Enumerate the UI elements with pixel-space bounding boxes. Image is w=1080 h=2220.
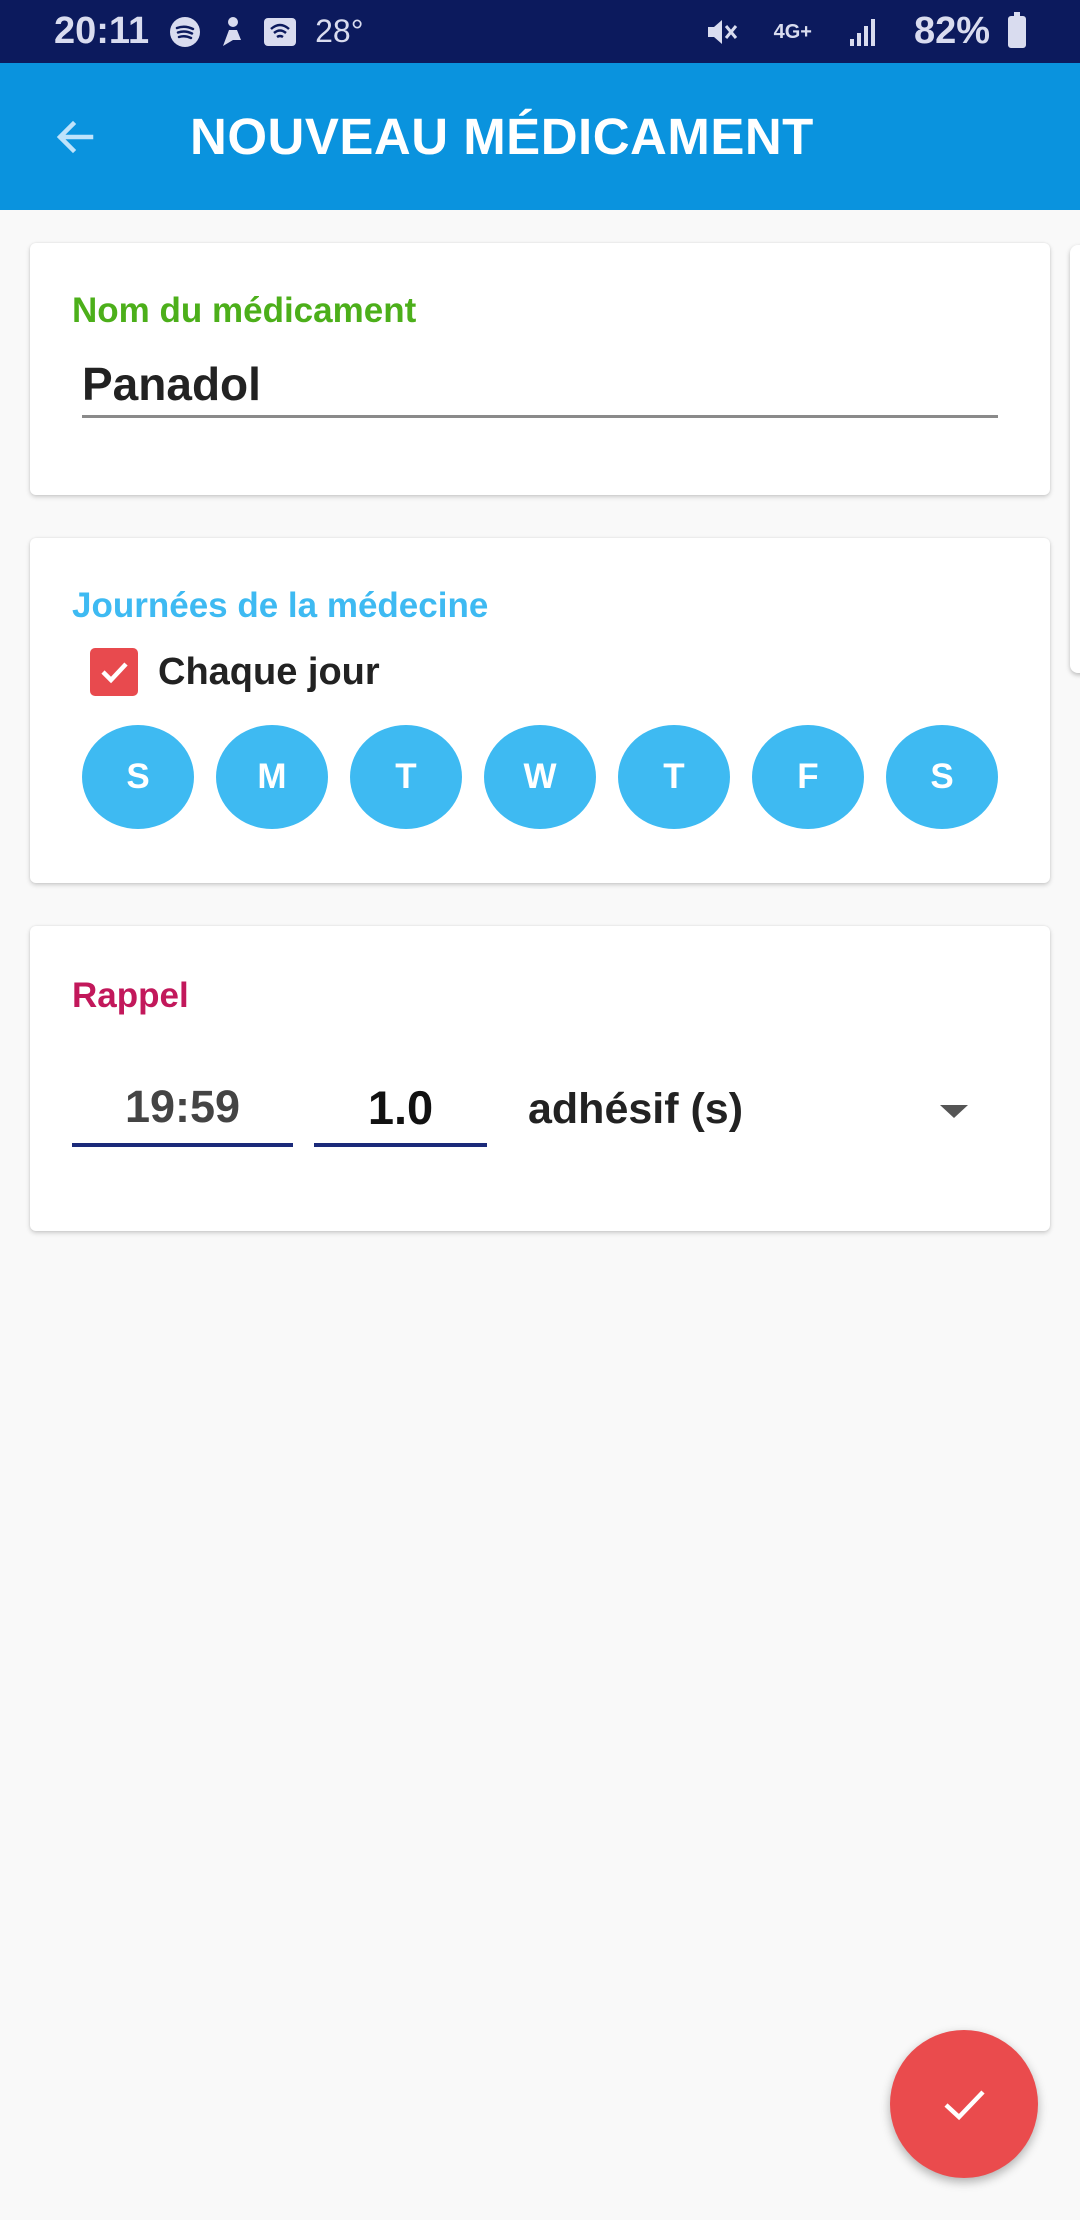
- day-chips: S M T W T F S: [82, 725, 998, 829]
- app-notification-icon: [219, 16, 245, 48]
- signal-icon: [848, 17, 878, 47]
- medicine-days-label: Journées de la médecine: [72, 586, 489, 625]
- save-fab-button[interactable]: [890, 2030, 1038, 2178]
- app-bar: NOUVEAU MÉDICAMENT: [0, 63, 1080, 210]
- spotify-icon: [169, 16, 201, 48]
- day-chip-saturday[interactable]: S: [886, 725, 998, 829]
- dose-unit-value: adhésif (s): [528, 1084, 744, 1133]
- medicine-name-card: Nom du médicament: [30, 243, 1050, 495]
- page-title: NOUVEAU MÉDICAMENT: [190, 108, 814, 165]
- day-chip-sunday[interactable]: S: [82, 725, 194, 829]
- arrow-left-icon: [56, 120, 94, 153]
- medicine-name-label: Nom du médicament: [72, 291, 417, 330]
- checkmark-icon: [944, 2090, 985, 2121]
- day-chip-tuesday[interactable]: T: [350, 725, 462, 829]
- medicine-name-input[interactable]: [82, 358, 998, 418]
- every-day-checkbox[interactable]: [90, 648, 138, 696]
- reminder-label: Rappel: [72, 976, 189, 1015]
- chevron-down-icon: [940, 1105, 968, 1118]
- mute-icon: [704, 16, 738, 48]
- every-day-row: Chaque jour: [90, 648, 380, 696]
- status-bar: 20:11 28° 4G+ 82%: [0, 0, 1080, 63]
- status-temperature: 28°: [315, 13, 364, 49]
- reminder-time-field[interactable]: 19:59: [72, 1071, 293, 1147]
- day-chip-wednesday[interactable]: W: [484, 725, 596, 829]
- wifi-calling-icon: [263, 17, 297, 47]
- back-button[interactable]: [0, 63, 150, 210]
- reminder-card: Rappel 19:59 1.0 adhésif (s): [30, 926, 1050, 1231]
- dose-unit-select[interactable]: adhésif (s): [528, 1071, 1008, 1147]
- network-type: 4G+: [773, 20, 812, 43]
- status-time: 20:11: [54, 10, 150, 52]
- medicine-days-card: Journées de la médecine Chaque jour S M …: [30, 538, 1050, 883]
- checkmark-icon: [101, 662, 128, 684]
- day-chip-monday[interactable]: M: [216, 725, 328, 829]
- dose-quantity-field[interactable]: 1.0: [314, 1071, 487, 1147]
- day-chip-thursday[interactable]: T: [618, 725, 730, 829]
- day-chip-friday[interactable]: F: [752, 725, 864, 829]
- battery-percent: 82%: [913, 10, 990, 52]
- next-card-peek: [1070, 245, 1080, 673]
- every-day-label: Chaque jour: [158, 650, 380, 693]
- battery-icon: [1008, 11, 1026, 48]
